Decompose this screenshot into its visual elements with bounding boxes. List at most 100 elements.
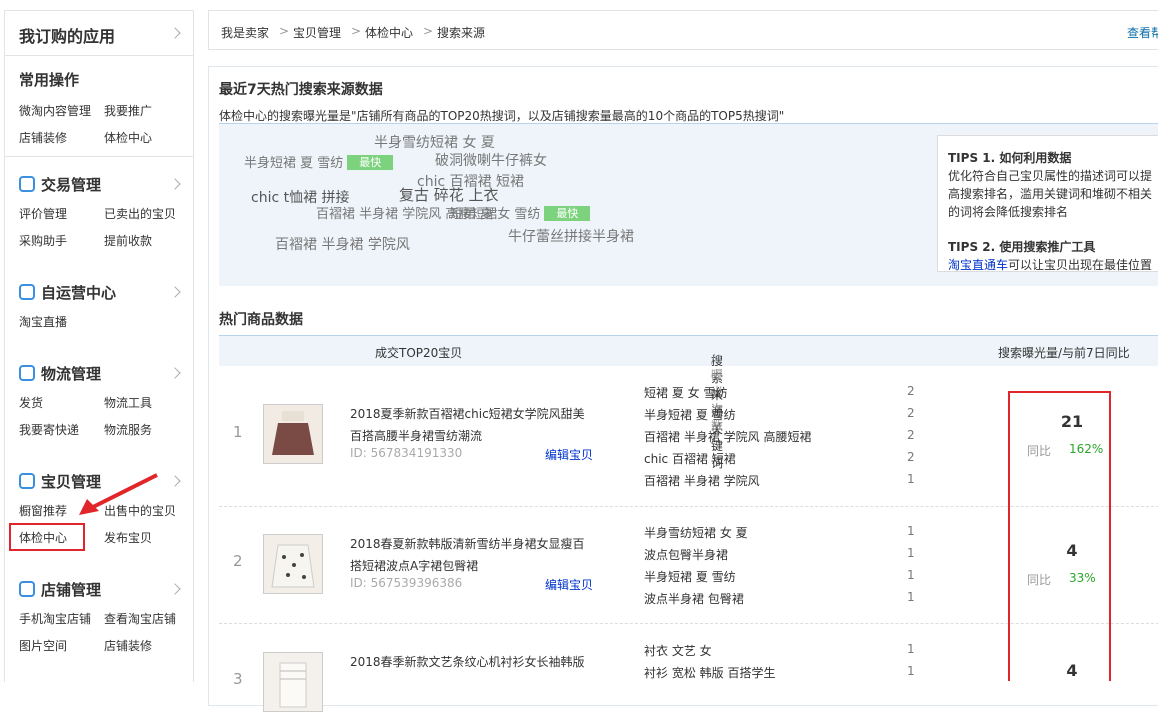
divider — [5, 156, 193, 157]
sidebar-item-live[interactable]: 淘宝直播 — [19, 313, 67, 330]
sidebar-item-logistics-tools[interactable]: 物流工具 — [104, 394, 152, 411]
product-title[interactable]: 2018夏季新款百褶裙chic短裙女学院风甜美百搭高腰半身裙雪纺潮流 — [350, 403, 590, 447]
tip1-text: 优化符合自己宝贝属性的描述词可以提高搜索排名，滥用关键词和堆砌不相关的词将会降低… — [948, 167, 1158, 221]
shop-icon — [19, 581, 35, 597]
col-top20: 成交TOP20宝贝 — [375, 344, 462, 361]
help-link[interactable]: 查看帮 — [1127, 24, 1158, 41]
sidebar-item-publish[interactable]: 发布宝贝 — [104, 529, 152, 546]
chat-icon — [19, 284, 35, 300]
sidebar-item-checkup[interactable]: 体检中心 — [104, 129, 152, 146]
breadcrumb-sep: > — [351, 24, 361, 38]
edit-item-link[interactable]: 编辑宝贝 — [545, 576, 593, 593]
keyword-tag: 半身短裙 夏 雪纺最快 — [244, 152, 393, 171]
sidebar-item-early-pay[interactable]: 提前收款 — [104, 232, 152, 249]
keyword-count: 1 — [907, 568, 915, 582]
keyword-count: 2 — [907, 450, 915, 464]
exposure-highlight-box — [1008, 391, 1111, 681]
hot-search-title: 最近7天热门搜索来源数据 — [219, 79, 383, 99]
red-arrow-icon — [75, 471, 165, 521]
product-thumbnail[interactable] — [263, 404, 323, 464]
chevron-right-icon — [169, 27, 180, 38]
sidebar-item-weitao[interactable]: 微淘内容管理 — [19, 102, 91, 119]
tip1-title: TIPS 1. 如何利用数据 — [948, 149, 1071, 166]
sidebar-item-logistics-service[interactable]: 物流服务 — [104, 421, 152, 438]
keyword-item: 短裙 夏 女 雪纺 — [644, 384, 727, 401]
fastest-badge: 最快 — [544, 206, 590, 221]
breadcrumb-seller[interactable]: 我是卖家 — [221, 24, 269, 41]
sidebar-item-mobile-shop[interactable]: 手机淘宝店铺 — [19, 610, 91, 627]
col-exposure: 搜索曝光量/与前7日同比 — [998, 344, 1130, 361]
truck-icon — [19, 365, 35, 381]
sidebar: 我订购的应用 常用操作 微淘内容管理 我要推广 店铺装修 体检中心 交易管理 评… — [4, 10, 194, 682]
breadcrumb-checkup[interactable]: 体检中心 — [365, 24, 413, 41]
keyword-tag: 短裙 夏 女 雪纺最快 — [450, 203, 590, 222]
section-shop-title[interactable]: 店铺管理 — [19, 579, 101, 600]
chevron-right-icon — [169, 583, 180, 594]
keyword-count: 1 — [907, 664, 915, 678]
keyword-tag: 破洞微喇牛仔裤女 — [435, 150, 547, 170]
highlight-box — [9, 523, 85, 551]
breadcrumb-item-mgmt[interactable]: 宝贝管理 — [293, 24, 341, 41]
keyword-item: 衬衫 宽松 韩版 百搭学生 — [644, 664, 775, 681]
sidebar-item-review[interactable]: 评价管理 — [19, 205, 67, 222]
tips-box: TIPS 1. 如何利用数据 优化符合自己宝贝属性的描述词可以提高搜索排名，滥用… — [937, 135, 1158, 272]
keyword-item: chic 百褶裙 短裙 — [644, 450, 736, 467]
sidebar-item-express[interactable]: 我要寄快递 — [19, 421, 79, 438]
product-id: ID: 567834191330 — [350, 446, 462, 460]
sidebar-item-promote[interactable]: 我要推广 — [104, 102, 152, 119]
keyword-count: 1 — [907, 546, 915, 560]
row-index: 3 — [233, 670, 243, 688]
bag-icon — [19, 473, 35, 489]
breadcrumb-sep: > — [423, 24, 433, 38]
product-thumbnail[interactable] — [263, 652, 323, 712]
product-thumbnail[interactable] — [263, 534, 323, 594]
sidebar-item-shop-decorate[interactable]: 店铺装修 — [104, 637, 152, 654]
keyword-item: 半身短裙 夏 雪纺 — [644, 406, 736, 423]
product-title[interactable]: 2018春季新款文艺条纹心机衬衫女长袖韩版 — [350, 651, 590, 673]
chevron-right-icon — [169, 475, 180, 486]
keyword-item: 半身雪纺短裙 女 夏 — [644, 524, 748, 541]
sidebar-item-purchase[interactable]: 采购助手 — [19, 232, 67, 249]
table-header: 成交TOP20宝贝 搜索来源关键词/曝光次数 搜索曝光量/与前7日同比 — [219, 335, 1158, 366]
keyword-count: 1 — [907, 524, 915, 538]
product-title[interactable]: 2018春夏新款韩版清新雪纺半身裙女显瘦百搭短裙波点A字裙包臀裙 — [350, 533, 590, 577]
sidebar-item-sold[interactable]: 已卖出的宝贝 — [104, 205, 176, 222]
hot-search-desc: 体检中心的搜索曝光量是"店铺所有商品的TOP20热搜词，以及店铺搜索量最高的10… — [219, 107, 784, 124]
keyword-count: 1 — [907, 642, 915, 656]
section-self-op-title[interactable]: 自运营中心 — [19, 282, 116, 303]
chevron-right-icon — [169, 286, 180, 297]
sidebar-item-view-shop[interactable]: 查看淘宝店铺 — [104, 610, 176, 627]
sidebar-header[interactable]: 我订购的应用 — [5, 11, 193, 56]
common-ops-title: 常用操作 — [19, 69, 79, 90]
keyword-tag: 百褶裙 半身裙 学院风 — [275, 234, 410, 254]
keyword-count: 1 — [907, 590, 915, 604]
breadcrumb: 我是卖家 > 宝贝管理 > 体检中心 > 搜索来源 查看帮 — [208, 10, 1158, 50]
row-index: 2 — [233, 552, 243, 570]
keyword-tag: 复古 碎花 上衣 — [399, 184, 499, 205]
trade-icon — [19, 176, 35, 192]
sidebar-item-ship[interactable]: 发货 — [19, 394, 43, 411]
sidebar-item-window[interactable]: 橱窗推荐 — [19, 502, 67, 519]
ztc-link[interactable]: 淘宝直通车 — [948, 258, 1008, 272]
keyword-item: 衬衣 文艺 女 — [644, 642, 712, 659]
tip2-title: TIPS 2. 使用搜索推广工具 — [948, 238, 1095, 255]
section-logistics-title[interactable]: 物流管理 — [19, 363, 101, 384]
keyword-count: 2 — [907, 406, 915, 420]
keyword-count: 1 — [907, 472, 915, 486]
breadcrumb-sep: > — [279, 24, 289, 38]
fastest-badge: 最快 — [347, 155, 393, 170]
keyword-item: 半身短裙 夏 雪纺 — [644, 568, 736, 585]
keyword-item: 百褶裙 半身裙 学院风 高腰短裙 — [644, 428, 811, 445]
edit-item-link[interactable]: 编辑宝贝 — [545, 446, 593, 463]
sidebar-item-decorate[interactable]: 店铺装修 — [19, 129, 67, 146]
keyword-cloud: 半身雪纺短裙 女 夏 半身短裙 夏 雪纺最快 破洞微喇牛仔裤女 chic 百褶裙… — [219, 123, 1158, 286]
sidebar-item-images[interactable]: 图片空间 — [19, 637, 67, 654]
keyword-item: 波点包臀半身裙 — [644, 546, 728, 563]
row-index: 1 — [233, 423, 243, 441]
keyword-item: 波点半身裙 包臀裙 — [644, 590, 744, 607]
keyword-item: 百褶裙 半身裙 学院风 — [644, 472, 760, 489]
breadcrumb-search-source: 搜索来源 — [437, 24, 485, 41]
tip2-text: 淘宝直通车可以让宝贝出现在最佳位置 — [948, 256, 1158, 274]
keyword-tag: 牛仔蕾丝拼接半身裙 — [508, 226, 634, 246]
section-trade-title[interactable]: 交易管理 — [19, 174, 101, 195]
